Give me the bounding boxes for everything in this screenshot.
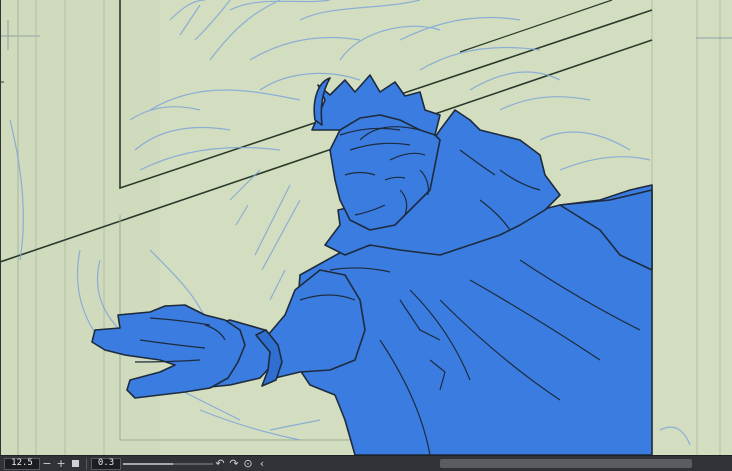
zoom-out-icon[interactable]: −: [40, 457, 54, 471]
drawing-canvas[interactable]: [0, 0, 732, 455]
rotation-value: 0.3: [97, 458, 115, 468]
rotation-field[interactable]: 0.3: [91, 457, 121, 470]
horizontal-scrollbar[interactable]: [440, 459, 692, 468]
zoom-in-icon[interactable]: +: [54, 457, 68, 471]
divider: [86, 457, 87, 470]
zoom-value: 12.5: [11, 458, 33, 468]
rotation-slider[interactable]: [123, 458, 213, 470]
redo-icon[interactable]: ↷: [227, 457, 241, 471]
reset-rotation-icon[interactable]: ⊙: [241, 457, 255, 471]
artwork: [0, 0, 732, 455]
flip-icon[interactable]: ‹: [255, 457, 269, 471]
status-bar: 12.5 − + 0.3 ↶ ↷ ⊙ ‹: [0, 455, 732, 471]
fit-icon[interactable]: [68, 457, 82, 471]
zoom-field[interactable]: 12.5: [4, 457, 40, 470]
undo-icon[interactable]: ↶: [213, 457, 227, 471]
